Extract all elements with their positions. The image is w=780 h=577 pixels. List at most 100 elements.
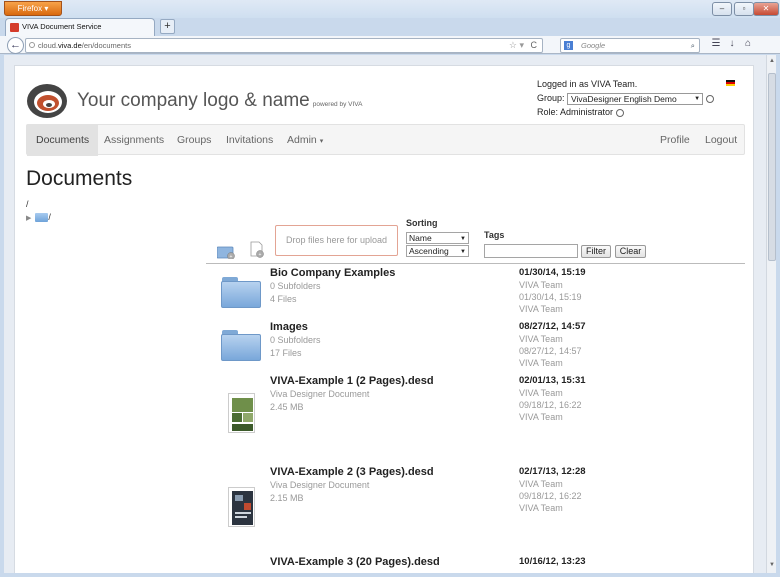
- nav-profile[interactable]: Profile: [660, 125, 690, 156]
- nav-groups[interactable]: Groups: [177, 125, 211, 156]
- page-container: Your company logo & name powered by VIVA …: [14, 65, 754, 573]
- entry-files: 4 Files: [270, 294, 297, 304]
- role-text: Role: Administrator: [537, 107, 614, 117]
- url-bar[interactable]: cloud.viva.de/en/documents ☆ ▾ C: [25, 38, 543, 53]
- url-host: viva.de: [58, 41, 82, 50]
- logged-in-text: Logged in as VIVA Team.: [537, 79, 638, 89]
- new-folder-icon[interactable]: +: [217, 245, 235, 259]
- user-info: Logged in as VIVA Team. Group: VivaDesig…: [537, 77, 715, 119]
- firefox-menu-label: Firefox: [17, 4, 43, 13]
- entry-created-by: VIVA Team: [519, 358, 563, 368]
- edit-role-icon[interactable]: [616, 108, 625, 117]
- download-icon[interactable]: ↓: [724, 38, 740, 49]
- entry-name[interactable]: VIVA-Example 2 (3 Pages).desd: [270, 466, 434, 478]
- clear-button[interactable]: Clear: [615, 245, 646, 258]
- document-thumbnail[interactable]: [228, 393, 255, 433]
- maximize-button[interactable]: ▫: [734, 2, 754, 16]
- entry-name[interactable]: VIVA-Example 1 (2 Pages).desd: [270, 375, 434, 387]
- search-icon[interactable]: ⌕: [691, 39, 695, 52]
- folder-icon: [35, 213, 49, 223]
- reload-icon[interactable]: C: [531, 39, 538, 52]
- search-placeholder: Google: [581, 41, 606, 50]
- folder-body: [221, 281, 261, 308]
- globe-icon: [29, 42, 35, 48]
- nav-assignments[interactable]: Assignments: [104, 125, 164, 156]
- search-bar[interactable]: g Google ⌕: [560, 38, 700, 53]
- tags-input[interactable]: [484, 244, 578, 258]
- new-document-icon[interactable]: +: [250, 241, 264, 258]
- svg-text:+: +: [230, 254, 233, 259]
- nav-logout[interactable]: Logout: [705, 125, 737, 156]
- upload-dropzone[interactable]: Drop files here for upload: [275, 225, 398, 256]
- entry-created-date: 01/30/14, 15:19: [519, 292, 582, 302]
- entry-name[interactable]: Bio Company Examples: [270, 267, 395, 279]
- expand-triangle-icon[interactable]: ▶: [26, 215, 31, 222]
- divider: [206, 263, 745, 264]
- entry-modified-by: VIVA Team: [519, 388, 563, 398]
- entry-created-by: VIVA Team: [519, 412, 563, 422]
- entry-modified-date: 02/01/13, 15:31: [519, 375, 586, 386]
- entry-subfolders: 0 Subfolders: [270, 281, 321, 291]
- document-thumbnail[interactable]: [228, 487, 255, 527]
- entry-modified-date: 01/30/14, 15:19: [519, 267, 586, 278]
- browser-tab[interactable]: VIVA Document Service: [5, 18, 155, 36]
- nav-invitations[interactable]: Invitations: [226, 125, 273, 156]
- tab-bar: VIVA Document Service +: [0, 18, 780, 36]
- entry-created-date: 09/18/12, 16:22: [519, 400, 582, 410]
- folder-shape: [221, 277, 261, 308]
- close-window-button[interactable]: ✕: [753, 2, 779, 16]
- scroll-up-arrow-icon[interactable]: ▲: [767, 58, 777, 64]
- document-preview-icon: [229, 488, 254, 526]
- page-viewport: Your company logo & name powered by VIVA …: [4, 55, 766, 573]
- entry-created-date: 08/27/12, 14:57: [519, 346, 582, 356]
- minimize-button[interactable]: –: [712, 2, 732, 16]
- back-arrow-icon[interactable]: ←: [7, 37, 24, 54]
- home-icon[interactable]: ⌂: [740, 38, 756, 49]
- entry-subfolders: 0 Subfolders: [270, 335, 321, 345]
- nav-admin[interactable]: Admin ▾: [287, 125, 323, 156]
- window-titlebar: Firefox ▾ – ▫ ✕: [0, 0, 780, 18]
- entry-size: 2.15 MB: [270, 493, 304, 503]
- nav-admin-label: Admin: [287, 134, 317, 146]
- breadcrumb[interactable]: /: [26, 199, 29, 209]
- folder-body: [221, 334, 261, 361]
- group-select-value: VivaDesigner English Demo: [571, 93, 677, 104]
- bookmark-star-icon[interactable]: ☆ ▾: [509, 39, 524, 52]
- folder-tree-root[interactable]: ▶ /: [26, 212, 51, 223]
- scrollbar-thumb[interactable]: [768, 73, 776, 261]
- sort-field-select[interactable]: Name ▼: [406, 232, 469, 244]
- sorting-label: Sorting: [406, 218, 438, 228]
- german-flag-icon[interactable]: [726, 80, 735, 86]
- menu-icon[interactable]: ☰: [708, 38, 724, 49]
- new-tab-button[interactable]: +: [160, 19, 175, 34]
- url-path: /en/documents: [81, 41, 131, 50]
- edit-group-icon[interactable]: [706, 94, 715, 103]
- firefox-menu-button[interactable]: Firefox ▾: [4, 1, 62, 16]
- sort-field-value: Name: [409, 233, 432, 243]
- browser-navbar: ← cloud.viva.de/en/documents ☆ ▾ C g Goo…: [0, 36, 780, 54]
- company-logo-icon: [27, 84, 67, 118]
- powered-by: powered by VIVA: [312, 101, 363, 108]
- toolbar-icons: ☰ ↓ ⌂: [708, 38, 756, 49]
- entry-modified-by: VIVA Team: [519, 280, 563, 290]
- entry-modified-by: VIVA Team: [519, 479, 563, 489]
- folder-icon[interactable]: [221, 330, 261, 361]
- entry-type: Viva Designer Document: [270, 480, 370, 490]
- entry-created-by: VIVA Team: [519, 503, 563, 513]
- sort-order-select[interactable]: Ascending ▼: [406, 245, 469, 257]
- google-icon: g: [564, 41, 573, 50]
- filter-button[interactable]: Filter: [581, 245, 611, 258]
- url-host-prefix: cloud.: [38, 41, 59, 50]
- entry-type: Viva Designer Document: [270, 389, 370, 399]
- nav-documents[interactable]: Documents: [27, 125, 99, 156]
- logo-text: Your company logo & name powered by VIVA: [77, 90, 362, 112]
- entry-modified-by: VIVA Team: [519, 334, 563, 344]
- tree-root-label: /: [48, 212, 51, 222]
- scroll-down-arrow-icon[interactable]: ▼: [767, 562, 777, 568]
- group-select[interactable]: VivaDesigner English Demo ▼: [567, 92, 704, 105]
- folder-icon[interactable]: [221, 277, 261, 308]
- entry-files: 17 Files: [270, 348, 302, 358]
- entry-name[interactable]: VIVA-Example 3 (20 Pages).desd: [270, 556, 440, 568]
- vertical-scrollbar[interactable]: ▲ ▼: [766, 55, 776, 573]
- entry-name[interactable]: Images: [270, 321, 308, 333]
